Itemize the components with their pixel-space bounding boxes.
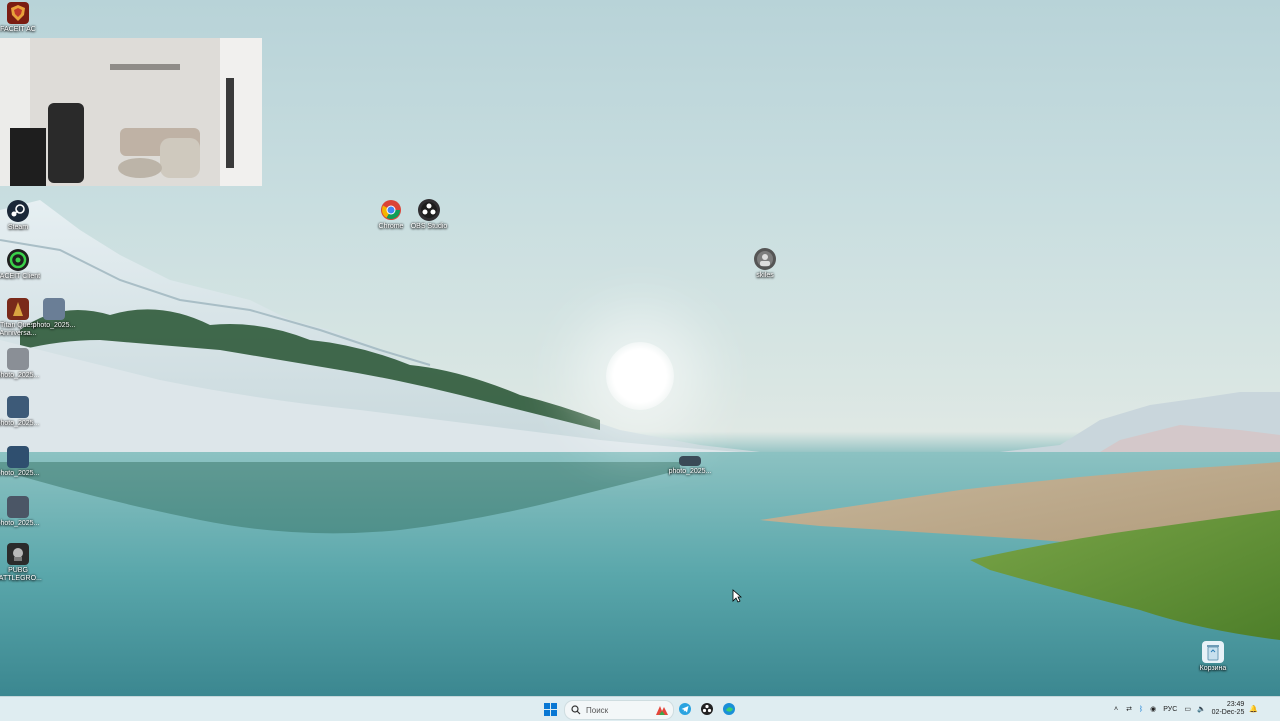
sync-icon[interactable]: ⇄ [1126,705,1132,713]
avatar-shortcut-icon [754,248,776,270]
desktop-icon-label: skiles [756,272,774,279]
clock[interactable]: 23:49 02-Dec-25 [1212,701,1245,717]
bluetooth-icon[interactable]: ᛒ [1139,706,1143,713]
desktop-icon-label: photo_2025... [32,322,76,329]
desktop-icon-photo-1[interactable]: photo_2025... [30,298,78,330]
desktop-icon-label: photo_2025... [668,468,712,475]
photo-thumbnail-icon [679,456,701,466]
sun [606,342,674,410]
desktop-icon-faceit-client[interactable]: FACEIT Client [0,249,42,281]
start-button[interactable] [541,700,559,718]
desktop-icon-label: Steam [7,224,29,231]
desktop-icon-label: photo_2025... [0,520,40,527]
desktop-icon-label: FACEIT Client [0,273,41,280]
taskbar: Поиск ˄ ⇄ ᛒ ◉ РУС ▭ 🔈 23:49 02-Dec-25 🔔 [0,696,1280,721]
faceit-anticheat-icon [7,2,29,24]
system-tray: ˄ ⇄ ᛒ ◉ РУС ▭ 🔈 23:49 02-Dec-25 🔔 [1114,697,1280,721]
chrome-icon [380,199,402,221]
photo-thumbnail-icon [7,348,29,370]
desktop-icon-faceit-ac[interactable]: FACEIT AC [0,2,42,34]
search-input[interactable]: Поиск [564,700,674,720]
obs-studio-icon [418,199,440,221]
desktop-icon-skiles[interactable]: skiles [741,248,789,280]
desktop-icon-label: photo_2025... [0,470,40,477]
microphone-icon[interactable]: ◉ [1150,705,1156,713]
desktop-icon-photo-6[interactable]: photo_2025... [666,456,714,476]
desktop-icon-photo-2[interactable]: photo_2025... [0,348,42,380]
desktop-icon-label: PUBG BATTLEGRO... [0,567,42,582]
photo-thumbnail-icon [7,396,29,418]
pubg-icon [7,543,29,565]
mouse-cursor-icon [732,589,742,603]
desktop-icon-label: photo_2025... [0,372,40,379]
titan-quest-icon [7,298,29,320]
webcam-room-image [0,38,262,186]
desktop-icon-label: FACEIT AC [0,26,36,33]
taskbar-telegram[interactable] [678,700,692,718]
volume-icon[interactable]: 🔈 [1197,705,1206,713]
desktop-icon-photo-3[interactable]: photo_2025... [0,396,42,428]
photo-thumbnail-icon [43,298,65,320]
photo-thumbnail-icon [7,446,29,468]
desktop-icon-photo-5[interactable]: photo_2025... [0,496,42,528]
desktop-icon-label: photo_2025... [0,420,40,427]
notification-bell-icon[interactable]: 🔔 [1249,705,1258,713]
search-highlight-icon [656,706,668,715]
windows-start-icon [543,702,557,716]
steam-icon [7,200,29,222]
obs-studio-icon [701,703,713,715]
search-icon [571,705,581,715]
desktop-icon-pubg[interactable]: PUBG BATTLEGRO... [0,543,42,583]
search-placeholder: Поиск [586,705,609,715]
tray-overflow-chevron-icon[interactable]: ˄ [1114,706,1118,713]
webcam-overlay [0,38,262,186]
network-icon[interactable]: ▭ [1184,705,1191,713]
taskbar-edge[interactable] [722,700,736,718]
photo-thumbnail-icon [7,496,29,518]
language-indicator[interactable]: РУС [1163,706,1177,713]
taskbar-obs[interactable] [700,700,714,718]
desktop-icon-label: Корзина [1199,665,1227,672]
telegram-icon [679,703,691,715]
desktop-icon-recycle-bin[interactable]: Корзина [1189,641,1237,673]
clock-date: 02-Dec-25 [1211,709,1245,716]
desktop-icon-photo-4[interactable]: photo_2025... [0,446,42,478]
recycle-bin-icon [1202,641,1224,663]
desktop-icon-steam[interactable]: Steam [0,200,42,232]
desktop-icon-label: OBS Studio [410,223,448,230]
clock-time: 23:49 [1226,701,1245,708]
edge-icon [723,703,735,715]
desktop-icon-obs-studio[interactable]: OBS Studio [405,199,453,231]
faceit-client-icon [7,249,29,271]
desktop[interactable]: FACEIT AC Steam FACEIT Client Titan Ques… [0,0,1280,696]
